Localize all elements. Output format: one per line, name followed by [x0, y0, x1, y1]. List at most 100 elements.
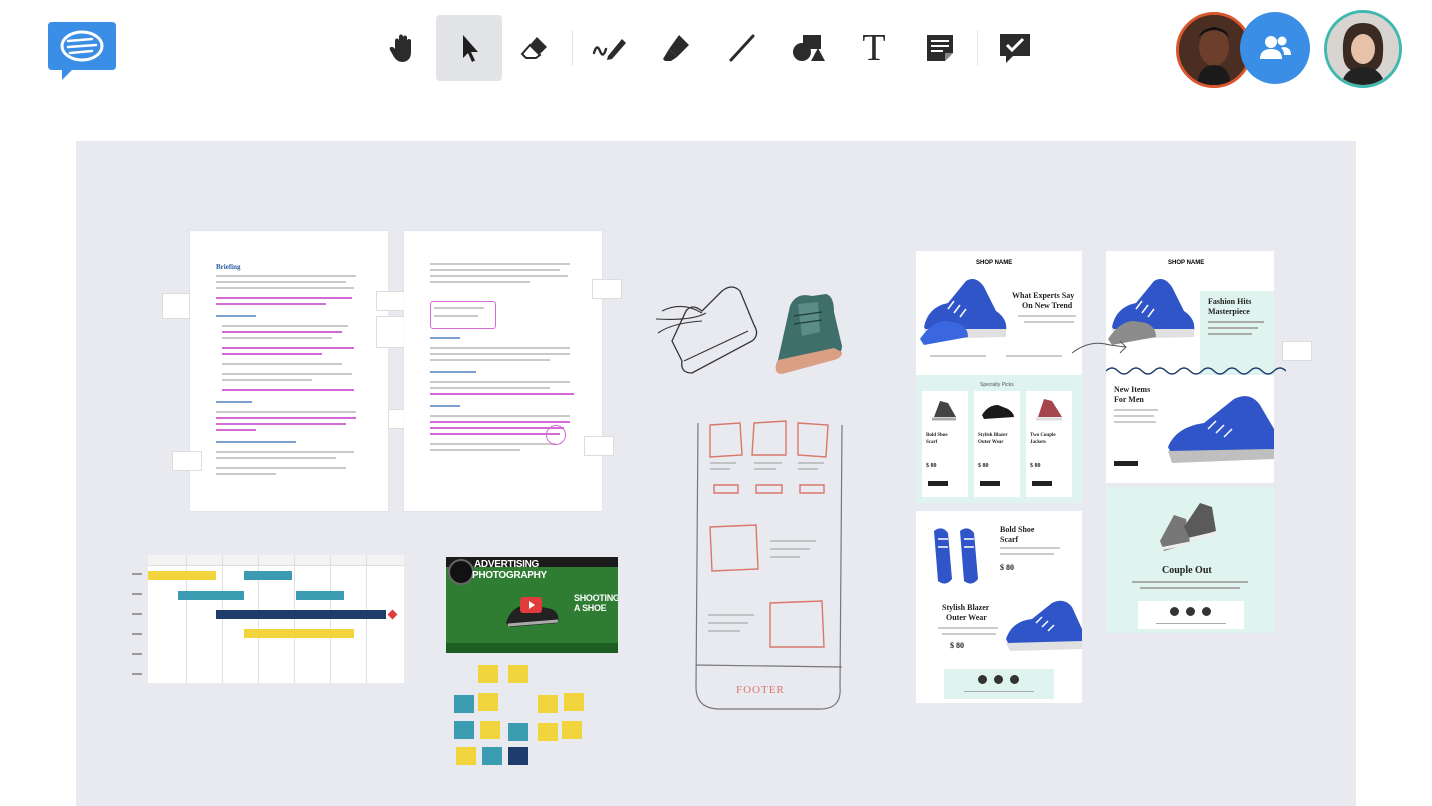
- social-icon[interactable]: [1010, 675, 1019, 684]
- email1-section-label: Specialty Picks: [980, 382, 1014, 388]
- video-title-line2: PHOTOGRAPHY: [472, 570, 547, 581]
- wireframe-sketch[interactable]: [690, 417, 850, 715]
- bold-shoe-title: Scarf: [1000, 535, 1019, 544]
- video-subtitle-line2: A SHOE: [574, 603, 607, 613]
- shoe-line-sketch[interactable]: [652, 281, 764, 381]
- whiteboard-canvas[interactable]: Briefing ADVERTISING PHOTOGRAPHY SHOOTIN…: [76, 141, 1356, 806]
- email1-footer: [944, 669, 1054, 699]
- comment-note[interactable]: [172, 451, 202, 471]
- pointer-icon[interactable]: [436, 15, 502, 81]
- gantt-chart[interactable]: [132, 555, 404, 683]
- comment-note[interactable]: [376, 291, 406, 311]
- sticky-note-icon[interactable]: [907, 15, 973, 81]
- comment-note[interactable]: [592, 279, 622, 299]
- new-items-title: New Items: [1114, 385, 1151, 394]
- line-icon[interactable]: [709, 15, 775, 81]
- play-icon: [529, 601, 535, 609]
- email-mockup-1[interactable]: SHOP NAME What Experts Say On New Trend: [916, 251, 1082, 375]
- toolbar-divider: [572, 30, 573, 66]
- wireframe-footer-label: FOOTER: [736, 684, 785, 696]
- product-name: Bold Shoe: [926, 433, 948, 438]
- shop-now-button[interactable]: [1114, 461, 1138, 466]
- document-heading: Briefing: [216, 263, 241, 271]
- sticky-note[interactable]: [478, 665, 498, 683]
- email-mockup-2[interactable]: SHOP NAME Fashion Hits Masterpiece New I…: [1106, 251, 1286, 483]
- toolbar-divider: [977, 30, 978, 66]
- sticky-note[interactable]: [508, 723, 528, 741]
- product-name: Outer Wear: [978, 440, 1004, 445]
- product-name: Scarf: [926, 440, 938, 445]
- sticky-note[interactable]: [456, 747, 476, 765]
- social-icon[interactable]: [1202, 607, 1211, 616]
- social-icon[interactable]: [978, 675, 987, 684]
- shoe-colored-sketch[interactable]: [768, 286, 848, 378]
- sneaker-pair-image: [1159, 503, 1217, 551]
- blue-sneaker-image: [1006, 600, 1082, 651]
- shop-button[interactable]: [1032, 481, 1052, 486]
- gantt-bar[interactable]: [244, 571, 292, 580]
- sticky-note[interactable]: [564, 693, 584, 711]
- gantt-bar[interactable]: [148, 571, 216, 580]
- document-page-2[interactable]: [404, 231, 602, 511]
- shop-name: SHOP NAME: [976, 260, 1013, 266]
- sticky-note[interactable]: [454, 695, 474, 713]
- checkmark-comment-icon[interactable]: [982, 15, 1048, 81]
- sticky-note[interactable]: [454, 721, 474, 739]
- shapes-icon[interactable]: [775, 15, 841, 81]
- hand-icon[interactable]: [370, 15, 436, 81]
- social-icon[interactable]: [1186, 607, 1195, 616]
- toolbar: T: [370, 14, 1048, 82]
- stylish-blazer-price: $ 80: [950, 641, 964, 650]
- blue-sneaker-image: [1108, 279, 1195, 345]
- blue-sneaker-pair-image: [934, 528, 978, 584]
- gantt-bar[interactable]: [244, 629, 354, 638]
- text-tool-glyph: T: [862, 27, 886, 69]
- bold-shoe-price: $ 80: [1000, 563, 1014, 572]
- sticky-note[interactable]: [508, 665, 528, 683]
- social-icon[interactable]: [994, 675, 1003, 684]
- bold-shoe-title: Bold Shoe: [1000, 525, 1035, 534]
- sticky-note[interactable]: [538, 723, 558, 741]
- email2-headline-line2: Masterpiece: [1208, 307, 1250, 316]
- participant-avatar-2[interactable]: [1324, 10, 1402, 88]
- shop-name: SHOP NAME: [1168, 260, 1205, 266]
- eraser-icon[interactable]: [502, 15, 568, 81]
- comment-note[interactable]: [376, 316, 406, 348]
- sticky-note[interactable]: [562, 721, 582, 739]
- email2-headline-line1: Fashion Hits: [1208, 297, 1252, 306]
- video-thumbnail[interactable]: ADVERTISING PHOTOGRAPHY SHOOTING A SHOE: [446, 557, 618, 653]
- sticky-note[interactable]: [478, 693, 498, 711]
- text-icon[interactable]: T: [841, 15, 907, 81]
- sticky-note[interactable]: [482, 747, 502, 765]
- comment-note[interactable]: [162, 293, 190, 319]
- video-title-line1: ADVERTISING: [474, 559, 540, 570]
- couple-out-title: Couple Out: [1162, 565, 1212, 576]
- comment-note[interactable]: [584, 436, 614, 456]
- sticky-note[interactable]: [480, 721, 500, 739]
- comment-note[interactable]: [1282, 341, 1312, 361]
- email1-specialty-section[interactable]: Specialty Picks Bold Shoe Scarf $ 80 Sty…: [916, 375, 1082, 503]
- couple-out-section[interactable]: Couple Out: [1106, 487, 1274, 633]
- highlighter-icon[interactable]: [643, 15, 709, 81]
- email1-headline-line2: On New Trend: [1022, 301, 1073, 310]
- gantt-bar[interactable]: [216, 610, 386, 619]
- wavy-divider: [1106, 367, 1286, 375]
- video-play-button[interactable]: [520, 597, 542, 613]
- document-page-1[interactable]: Briefing: [190, 231, 388, 511]
- shop-button[interactable]: [980, 481, 1000, 486]
- app-logo-icon[interactable]: [46, 22, 118, 82]
- product-price: $ 80: [1030, 463, 1041, 469]
- gantt-bar[interactable]: [178, 591, 244, 600]
- shop-button[interactable]: [928, 481, 948, 486]
- blue-sneaker-image: [1168, 396, 1274, 463]
- sticky-note[interactable]: [508, 747, 528, 765]
- email-mockup-1-lower[interactable]: Bold Shoe Scarf $ 80 Stylish Blazer Oute…: [916, 511, 1082, 703]
- participants-button[interactable]: [1240, 12, 1310, 84]
- product-price: $ 80: [926, 463, 937, 469]
- gantt-bar[interactable]: [296, 591, 344, 600]
- email1-headline-line1: What Experts Say: [1012, 291, 1075, 300]
- social-icon[interactable]: [1170, 607, 1179, 616]
- sticky-note[interactable]: [538, 695, 558, 713]
- blue-sneaker-image: [920, 279, 1007, 345]
- pen-icon[interactable]: [577, 15, 643, 81]
